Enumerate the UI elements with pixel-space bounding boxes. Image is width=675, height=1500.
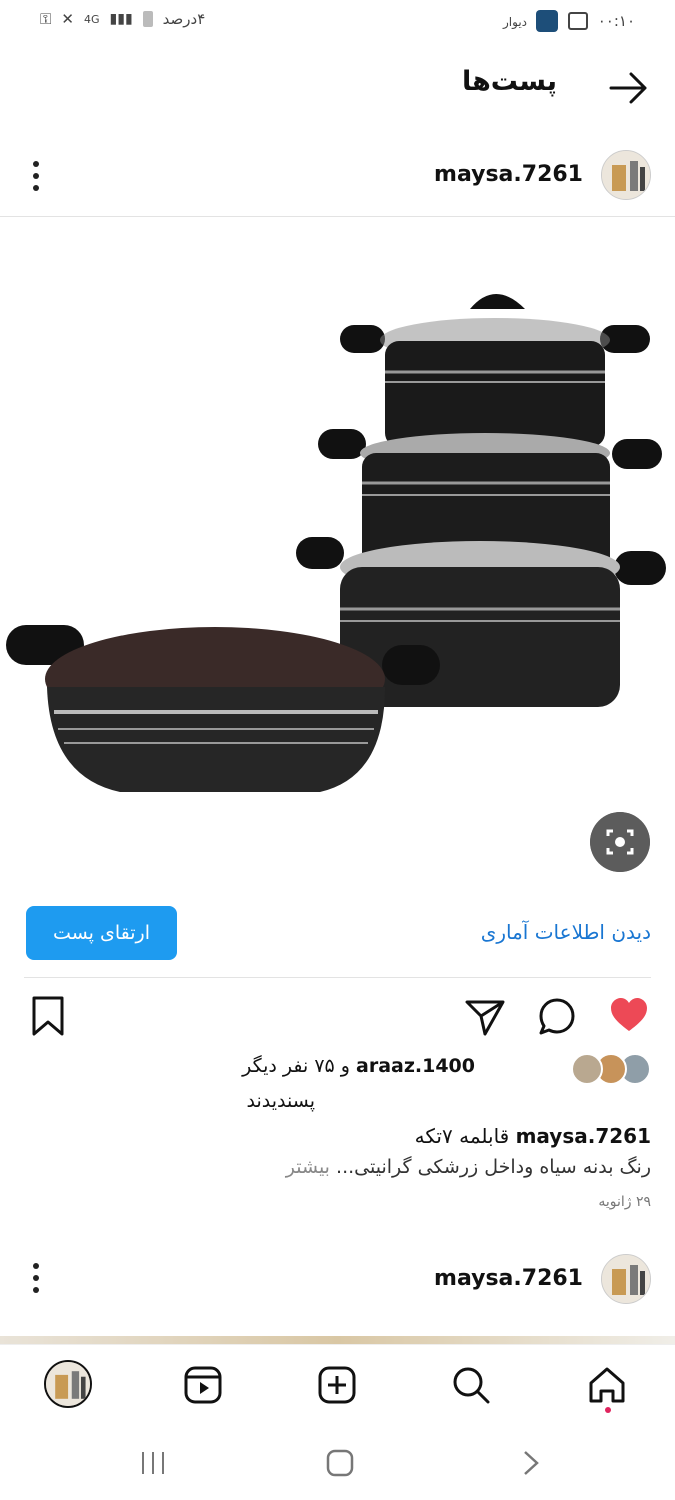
caption-text: قابلمه ۷تکه <box>414 1124 510 1148</box>
liked-by-rest[interactable]: و ۷۵ نفر دیگر <box>242 1055 350 1077</box>
caption-username[interactable]: maysa.7261 <box>516 1124 651 1148</box>
comment-icon[interactable] <box>535 995 579 1039</box>
liked-by-user[interactable]: araaz.1400 <box>356 1055 475 1077</box>
home-icon[interactable] <box>585 1363 629 1407</box>
liker-avatars[interactable] <box>571 1053 651 1089</box>
boost-post-button[interactable]: ارتقای پست <box>26 906 177 960</box>
bottom-nav <box>0 1344 675 1426</box>
cookware-image <box>6 294 666 792</box>
more-options-icon[interactable] <box>24 158 48 194</box>
visual-search-icon[interactable] <box>590 812 650 872</box>
avatar-image <box>602 151 650 199</box>
recent-apps-icon[interactable] <box>138 1448 168 1478</box>
battery-icon <box>142 11 153 27</box>
caption-line2-text: رنگ بدنه سیاه وداخل زرشکی گرانیتی... <box>336 1156 651 1178</box>
status-left: ۴درصد ▮▮▮ 4G ✕ ⚿ <box>40 10 205 28</box>
home-active-dot <box>605 1407 611 1413</box>
status-app-label-wrap: دیوار <box>503 12 527 30</box>
heart-icon[interactable] <box>607 993 651 1037</box>
app-icon <box>535 10 558 32</box>
image-icon <box>567 12 588 30</box>
signal-icon: ▮▮▮ <box>109 11 133 27</box>
profile-avatar[interactable] <box>44 1360 92 1408</box>
post-header: maysa.7261 <box>0 136 675 216</box>
status-right: ۰۰:۱۰ <box>535 10 635 32</box>
system-nav <box>0 1426 675 1500</box>
avatar <box>571 1053 603 1085</box>
liked-by-text[interactable]: araaz.1400 و ۷۵ نفر دیگر <box>242 1055 475 1077</box>
next-post-header: maysa.7261 <box>0 1238 675 1318</box>
post-username[interactable]: maysa.7261 <box>434 162 583 187</box>
more-options-icon[interactable] <box>24 1260 48 1296</box>
liked-suffix: پسندیدند <box>246 1090 315 1112</box>
post-date: ۲۹ ژانویه <box>598 1194 651 1210</box>
home-button-icon[interactable] <box>325 1448 355 1478</box>
divider <box>24 977 651 978</box>
next-post-username[interactable]: maysa.7261 <box>434 1266 583 1291</box>
caption-line2: رنگ بدنه سیاه وداخل زرشکی گرانیتی... بیش… <box>286 1156 651 1178</box>
network-type: 4G <box>84 12 100 26</box>
view-insights-link[interactable]: دیدن اطلاعات آماری <box>481 920 651 944</box>
more-link[interactable]: بیشتر <box>286 1156 330 1178</box>
reels-icon[interactable] <box>181 1363 225 1407</box>
post-photo[interactable] <box>0 217 675 897</box>
search-icon[interactable] <box>449 1363 493 1407</box>
avatar-image <box>602 1255 650 1303</box>
avatar[interactable] <box>601 1254 651 1304</box>
save-bookmark-icon[interactable] <box>26 994 70 1038</box>
battery-text: ۴درصد <box>162 10 206 28</box>
mute-icon: ✕ <box>61 10 74 28</box>
avatar[interactable] <box>601 150 651 200</box>
caption: maysa.7261 قابلمه ۷تکه <box>415 1124 651 1148</box>
status-bar: ۰۰:۱۰ دیوار ۴درصد ▮▮▮ 4G ✕ ⚿ <box>0 0 675 44</box>
app-label: دیوار <box>502 15 527 29</box>
create-post-icon[interactable] <box>315 1363 359 1407</box>
back-nav-icon[interactable] <box>515 1448 545 1478</box>
page-title: پست‌ها <box>461 66 557 97</box>
top-bar: پست‌ها <box>0 44 675 134</box>
key-icon: ⚿ <box>40 10 52 28</box>
back-arrow-icon[interactable] <box>607 68 651 108</box>
share-icon[interactable] <box>463 994 507 1038</box>
next-post-photo-peek <box>0 1336 675 1344</box>
status-time: ۰۰:۱۰ <box>597 12 635 30</box>
avatar-image <box>46 1362 90 1406</box>
